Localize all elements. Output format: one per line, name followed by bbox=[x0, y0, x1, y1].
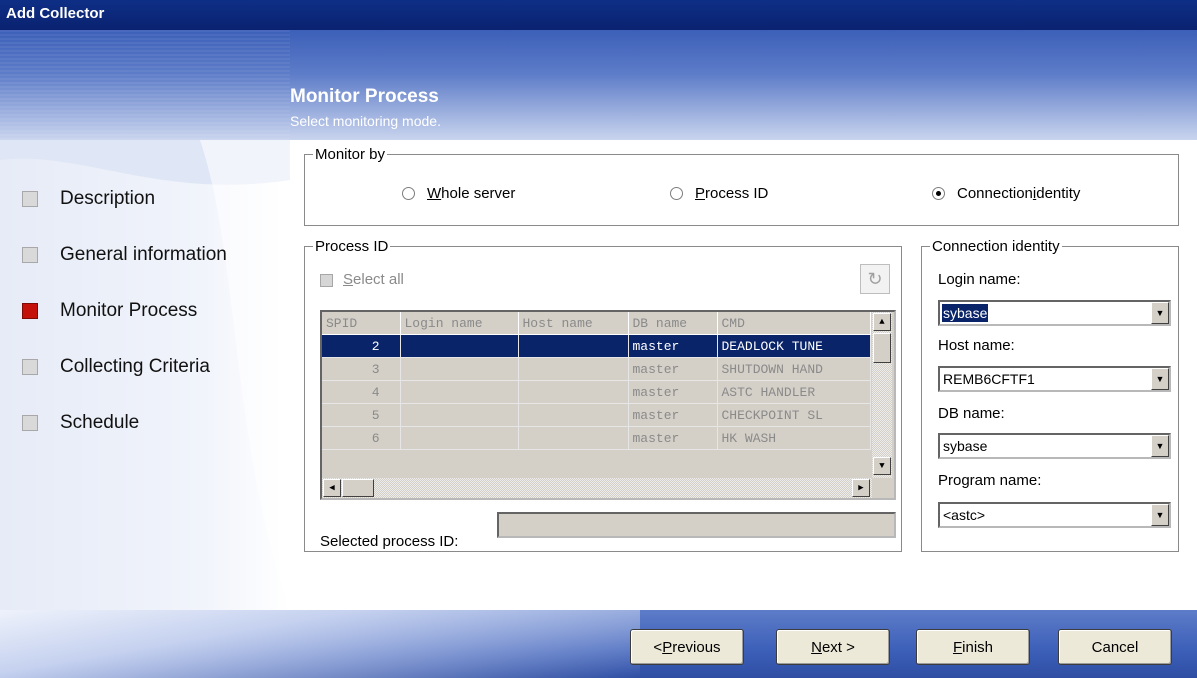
scroll-down-arrow-icon[interactable]: ▼ bbox=[873, 457, 891, 475]
table-row[interactable]: 5 master CHECKPOINT SL bbox=[322, 403, 871, 427]
radio-connection-identity[interactable]: Connection i dentity bbox=[932, 185, 1080, 202]
sidebar-item-general-information[interactable]: General information bbox=[22, 244, 227, 266]
column-header-cmd[interactable]: CMD bbox=[717, 312, 871, 335]
step-active-icon bbox=[22, 303, 38, 319]
sidebar-item-label: Collecting Criteria bbox=[60, 356, 210, 377]
db-name-label: DB name: bbox=[938, 405, 1005, 422]
horizontal-scroll-thumb[interactable] bbox=[342, 479, 374, 497]
radio-button-checked-icon bbox=[932, 187, 945, 200]
radio-button-icon bbox=[670, 187, 683, 200]
selected-process-id-label: Selected process ID: bbox=[320, 533, 459, 550]
process-grid[interactable]: SPID Login name Host name DB name CMD 2 … bbox=[320, 310, 896, 500]
table-row[interactable]: 2 master DEADLOCK TUNE bbox=[322, 334, 871, 358]
sidebar-item-collecting-criteria[interactable]: Collecting Criteria bbox=[22, 356, 210, 378]
dropdown-arrow-icon[interactable]: ▼ bbox=[1151, 302, 1169, 324]
login-name-select[interactable]: sybase ▼ bbox=[938, 300, 1171, 326]
next-button[interactable]: Next > bbox=[776, 629, 890, 665]
sidebar-item-label: Description bbox=[60, 188, 156, 209]
host-name-label: Host name: bbox=[938, 337, 1015, 354]
sidebar-item-label: Monitor Process bbox=[60, 300, 198, 321]
radio-process-id[interactable]: Process ID bbox=[670, 185, 768, 202]
step-status-icon bbox=[22, 247, 38, 263]
radio-button-icon bbox=[402, 187, 415, 200]
refresh-button[interactable]: ↻ bbox=[860, 264, 890, 294]
column-header-login-name[interactable]: Login name bbox=[400, 312, 519, 335]
step-status-icon bbox=[22, 191, 38, 207]
step-status-icon bbox=[22, 359, 38, 375]
window-titlebar: Add Collector bbox=[0, 0, 1197, 30]
wizard-steps-sidebar: Description General information Monitor … bbox=[0, 140, 290, 610]
column-header-db-name[interactable]: DB name bbox=[628, 312, 718, 335]
column-header-host-name[interactable]: Host name bbox=[518, 312, 629, 335]
sidebar-item-description[interactable]: Description bbox=[22, 188, 155, 210]
dropdown-arrow-icon[interactable]: ▼ bbox=[1151, 504, 1169, 526]
grid-header-row: SPID Login name Host name DB name CMD bbox=[322, 312, 871, 335]
page-title: Monitor Process bbox=[290, 86, 439, 107]
scroll-right-arrow-icon[interactable]: ▶ bbox=[852, 479, 870, 497]
dropdown-arrow-icon[interactable]: ▼ bbox=[1151, 368, 1169, 390]
radio-whole-server[interactable]: Whole server bbox=[402, 185, 515, 202]
table-row[interactable]: 3 master SHUTDOWN HAND bbox=[322, 357, 871, 381]
horizontal-scrollbar[interactable]: ◀ ▶ bbox=[322, 478, 872, 498]
select-all-checkbox[interactable]: Select all bbox=[320, 271, 404, 288]
table-row[interactable]: 4 master ASTC HANDLER bbox=[322, 380, 871, 404]
finish-button[interactable]: Finish bbox=[916, 629, 1030, 665]
sidebar-item-label: General information bbox=[60, 244, 227, 265]
sidebar-item-label: Schedule bbox=[60, 412, 140, 433]
sidebar-item-schedule[interactable]: Schedule bbox=[22, 412, 139, 434]
cancel-button[interactable]: Cancel bbox=[1058, 629, 1172, 665]
table-row[interactable]: 6 master HK WASH bbox=[322, 426, 871, 450]
program-name-label: Program name: bbox=[938, 472, 1042, 489]
previous-button[interactable]: < Previous bbox=[630, 629, 744, 665]
refresh-icon: ↻ bbox=[867, 268, 883, 289]
checkbox-icon bbox=[320, 273, 333, 287]
connection-identity-legend: Connection identity bbox=[930, 238, 1062, 255]
step-status-icon bbox=[22, 415, 38, 431]
sidebar-item-monitor-process[interactable]: Monitor Process bbox=[22, 300, 197, 322]
host-name-select[interactable]: REMB6CFTF1 ▼ bbox=[938, 366, 1171, 392]
column-header-spid[interactable]: SPID bbox=[322, 312, 401, 335]
header-banner: Monitor Process Select monitoring mode. bbox=[0, 30, 1197, 140]
process-id-legend: Process ID bbox=[313, 238, 391, 255]
window-title: Add Collector bbox=[6, 5, 105, 22]
scroll-up-arrow-icon[interactable]: ▲ bbox=[873, 313, 891, 331]
dropdown-arrow-icon[interactable]: ▼ bbox=[1151, 435, 1169, 457]
vertical-scroll-thumb[interactable] bbox=[873, 333, 891, 363]
selected-process-id-field bbox=[497, 512, 896, 538]
wizard-content: Monitor by Whole server Process ID Conne… bbox=[290, 140, 1197, 610]
scroll-left-arrow-icon[interactable]: ◀ bbox=[323, 479, 341, 497]
page-subtitle: Select monitoring mode. bbox=[290, 113, 441, 129]
vertical-scrollbar[interactable]: ▲ ▼ bbox=[872, 312, 892, 478]
monitor-by-legend: Monitor by bbox=[313, 146, 388, 163]
login-name-label: Login name: bbox=[938, 271, 1021, 288]
db-name-select[interactable]: sybase ▼ bbox=[938, 433, 1171, 459]
program-name-select[interactable]: <astc> ▼ bbox=[938, 502, 1171, 528]
